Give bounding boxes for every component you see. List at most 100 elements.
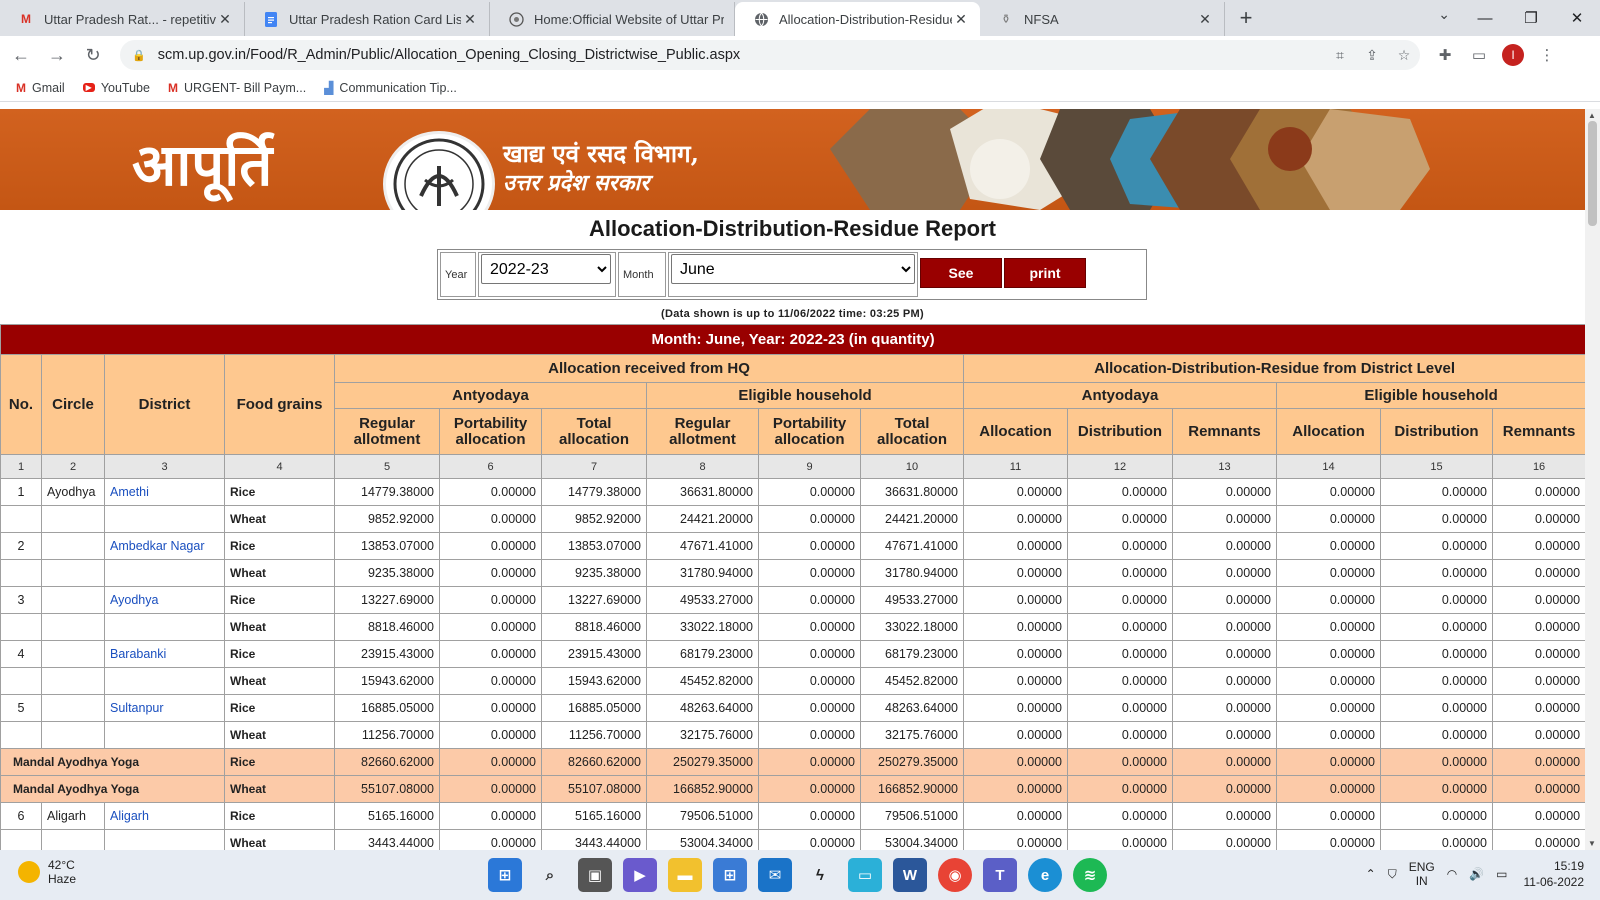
close-window-icon[interactable]: ✕ [1554, 0, 1600, 36]
teams-icon[interactable]: T [983, 858, 1017, 892]
value-cell: 0.00000 [1172, 613, 1277, 641]
defender-icon[interactable]: ⛉ [1388, 867, 1397, 882]
file-explorer-icon[interactable]: ▬ [668, 858, 702, 892]
desktop-app-icon[interactable]: ▭ [848, 858, 882, 892]
forward-icon[interactable]: → [42, 40, 72, 70]
value-cell: 0.00000 [1276, 478, 1381, 506]
close-icon[interactable]: ✕ [952, 10, 970, 28]
weather-widget[interactable]: 42°C Haze [18, 858, 76, 886]
chrome-icon[interactable]: ◉ [938, 858, 972, 892]
scrollbar-thumb[interactable] [1588, 121, 1597, 226]
value-cell: 0.00000 [758, 505, 861, 533]
tab-docs[interactable]: Uttar Pradesh Ration Card List - ( ✕ [245, 2, 490, 36]
chevron-down-icon[interactable]: ⌄ [1438, 6, 1450, 23]
table-row: 4 Barabanki Rice 23915.43000 0.00000 23915.43… [0, 640, 1585, 668]
value-cell: 0.00000 [1491, 667, 1585, 695]
bookmark-gmail[interactable]: M Gmail [16, 81, 65, 95]
value-cell: 5165.16000 [334, 802, 440, 830]
value-cell: 0.00000 [439, 721, 542, 749]
star-icon[interactable]: ☆ [1388, 47, 1420, 64]
bookmark-youtube[interactable]: ▶ YouTube [82, 81, 150, 95]
wifi-icon[interactable]: ◠ [1447, 867, 1457, 881]
tab-title: Uttar Pradesh Rat... - repetitive - [44, 11, 216, 27]
see-button[interactable]: See [920, 258, 1002, 288]
year-label-cell: Year [440, 252, 476, 297]
mail-icon[interactable]: ✉ [758, 858, 792, 892]
reload-icon[interactable]: ↻ [78, 40, 108, 70]
value-cell: 79506.51000 [860, 802, 964, 830]
value-cell: 0.00000 [1276, 505, 1381, 533]
tab-gmail[interactable]: M Uttar Pradesh Rat... - repetitive - ✕ [0, 2, 245, 36]
circle-cell [41, 586, 105, 614]
menu-icon[interactable]: ⋮ [1530, 46, 1564, 64]
page-scrollbar[interactable]: ▲ ▼ [1585, 109, 1600, 850]
back-icon[interactable]: ← [6, 40, 36, 70]
bookmark-label: Communication Tip... [339, 80, 457, 95]
month-select[interactable]: June [671, 254, 915, 284]
scroll-up-icon[interactable]: ▲ [1588, 111, 1596, 120]
close-icon[interactable]: ✕ [1196, 10, 1214, 28]
url-input[interactable]: 🔒 scm.up.gov.in/Food/R_Admin/Public/Allo… [120, 40, 1420, 70]
battery-icon[interactable]: ▭ [1496, 867, 1507, 881]
col-header-district: District [104, 354, 225, 455]
value-cell: 0.00000 [1380, 802, 1493, 830]
value-cell: 0.00000 [1491, 802, 1585, 830]
year-select[interactable]: 2022-23 [481, 254, 611, 284]
value-cell: 0.00000 [1276, 559, 1381, 587]
translate-icon[interactable]: ⌗ [1324, 47, 1356, 64]
scroll-down-icon[interactable]: ▼ [1588, 839, 1596, 848]
minimize-icon[interactable]: — [1462, 0, 1508, 36]
bookmark-urgent-bill[interactable]: M URGENT- Bill Paym... [168, 81, 306, 95]
spotify-icon[interactable]: ≋ [1073, 858, 1107, 892]
store-icon[interactable]: ⊞ [713, 858, 747, 892]
print-button[interactable]: print [1004, 258, 1086, 288]
value-cell: 5165.16000 [541, 802, 647, 830]
col-header-no: No. [0, 354, 42, 455]
district-link[interactable]: Ayodhya [104, 586, 225, 614]
col-header-remnants: Remnants [1491, 408, 1585, 455]
edge-icon[interactable]: e [1028, 858, 1062, 892]
volume-icon[interactable]: 🔊 [1469, 867, 1484, 881]
district-link[interactable]: Amethi [104, 478, 225, 506]
value-cell: 36631.80000 [860, 478, 964, 506]
value-cell: 31780.94000 [646, 559, 759, 587]
row-number [0, 829, 42, 850]
tab-nfsa[interactable]: ⚱ NFSA ✕ [980, 2, 1225, 36]
avatar[interactable]: I [1502, 44, 1524, 66]
windows-start-icon[interactable]: ⊞ [488, 858, 522, 892]
circle-cell: Aligarh [41, 802, 105, 830]
task-view-icon[interactable]: ▣ [578, 858, 612, 892]
chevron-up-icon[interactable]: ⌃ [1366, 867, 1376, 881]
tab-allocation-report[interactable]: Allocation-Distribution-Residue F ✕ [735, 2, 980, 36]
language-indicator[interactable]: ENG IN [1409, 860, 1435, 888]
value-cell: 0.00000 [1491, 694, 1585, 722]
bookmark-communication[interactable]: ▟ Communication Tip... [324, 81, 457, 95]
district-link[interactable]: Ambedkar Nagar [104, 532, 225, 560]
tab-official-website[interactable]: Home:Official Website of Uttar Pr [490, 2, 735, 36]
maximize-icon[interactable]: ❐ [1508, 0, 1554, 36]
extensions-icon[interactable]: ✚ [1428, 46, 1462, 64]
side-panel-icon[interactable]: ▭ [1462, 46, 1496, 64]
tab-title: Uttar Pradesh Ration Card List - ( [289, 11, 461, 27]
clock[interactable]: 15:19 11-06-2022 [1524, 858, 1585, 890]
district-link[interactable]: Aligarh [104, 802, 225, 830]
column-number: 8 [646, 454, 759, 479]
value-cell: 0.00000 [1380, 667, 1493, 695]
new-tab-icon[interactable]: + [1231, 3, 1261, 33]
row-number: 5 [0, 694, 42, 722]
value-cell: 49533.27000 [860, 586, 964, 614]
word-icon[interactable]: W [893, 858, 927, 892]
value-cell: 0.00000 [1491, 829, 1585, 850]
district-link[interactable]: Barabanki [104, 640, 225, 668]
close-icon[interactable]: ✕ [461, 10, 479, 28]
value-cell: 45452.82000 [646, 667, 759, 695]
search-icon[interactable]: ⌕ [533, 858, 567, 892]
teams-chat-icon[interactable]: ▶ [623, 858, 657, 892]
share-icon[interactable]: ⇪ [1356, 47, 1388, 64]
value-cell: 0.00000 [758, 586, 861, 614]
lightning-app-icon[interactable]: ϟ [803, 858, 837, 892]
mandal-total-label: Mandal Ayodhya Yoga [0, 775, 225, 803]
value-cell: 82660.62000 [334, 748, 440, 776]
close-icon[interactable]: ✕ [216, 10, 234, 28]
district-link[interactable]: Sultanpur [104, 694, 225, 722]
